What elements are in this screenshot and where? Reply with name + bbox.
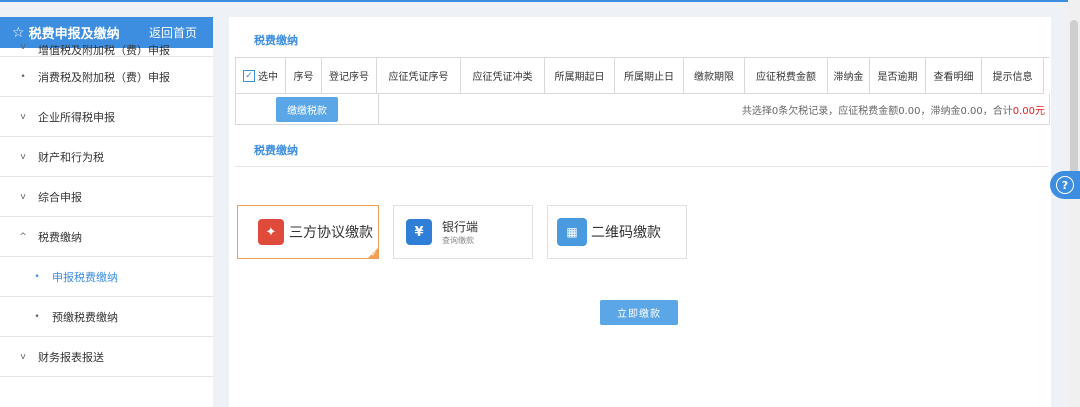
summary-text: 共选择0条欠税记录，应征税费金额0.00，滞纳金0.00，合计 0.00元 bbox=[379, 94, 1050, 125]
table-header: 序号 bbox=[286, 58, 322, 94]
sidebar-item-comprehensive[interactable]: v 综合申报 bbox=[0, 177, 213, 217]
bullet-icon: • bbox=[34, 271, 40, 282]
home-link[interactable]: 返回首页 bbox=[149, 24, 197, 41]
bullet-icon: • bbox=[34, 311, 40, 322]
pay-cell: 缴缴税款 bbox=[236, 94, 380, 125]
summary-prefix: 共选择0条欠税记录，应征税费金额0.00，滞纳金0.00，合计 bbox=[741, 105, 1013, 117]
sidebar-item-vat[interactable]: v 增值税及附加税（费）申报 bbox=[0, 42, 213, 57]
bank-icon: ¥ bbox=[406, 219, 432, 245]
table-header: 查看明细 bbox=[926, 58, 982, 94]
chevron-down-icon: v bbox=[20, 42, 26, 52]
table-header: 所属期止日 bbox=[615, 58, 684, 94]
checkbox-icon[interactable]: ✓ bbox=[243, 69, 255, 82]
sidebar: ☆ 税费申报及缴纳 返回首页 v 增值税及附加税（费）申报 • 消费税及附加税（… bbox=[0, 17, 213, 407]
sidebar-item-label: 增值税及附加税（费）申报 bbox=[38, 44, 170, 57]
sidebar-item-declared-payment[interactable]: • 申报税费缴纳 bbox=[0, 257, 213, 297]
sidebar-item-label: 消费税及附加税（费）申报 bbox=[38, 70, 170, 84]
table-header: 滞纳金 bbox=[828, 58, 870, 94]
table-header: 应征凭证序号 bbox=[377, 58, 461, 94]
bank-payment-option[interactable]: ¥ 银行端 查询缴款 bbox=[393, 205, 533, 259]
chevron-down-icon: v bbox=[20, 351, 26, 362]
main-panel: 税费缴纳 ✓ 选中 序号 登记序号 应征凭证序号 应征凭证冲类 所属期起日 所属… bbox=[229, 17, 1051, 407]
option-label: 二维码缴款 bbox=[591, 225, 661, 241]
star-icon[interactable]: ☆ bbox=[12, 25, 25, 41]
option-label: 银行端 bbox=[442, 220, 479, 234]
table-header: 提示信息 bbox=[982, 58, 1044, 94]
sidebar-item-label: 综合申报 bbox=[38, 190, 82, 204]
bullet-icon: • bbox=[20, 71, 26, 82]
bank-label-group: 银行端 查询缴款 bbox=[442, 218, 478, 246]
sidebar-item-prepaid-payment[interactable]: • 预缴税费缴纳 bbox=[0, 297, 213, 337]
section-title-2: 税费缴纳 bbox=[254, 144, 298, 157]
tripartite-payment-option[interactable]: ✦ 三方协议缴款 ✓ bbox=[237, 205, 379, 259]
select-all-header[interactable]: ✓ 选中 bbox=[236, 58, 286, 94]
top-accent-line bbox=[0, 0, 1080, 2]
sidebar-item-tax-payment[interactable]: ^ 税费缴纳 bbox=[0, 217, 213, 257]
table-header: 缴款期限 bbox=[684, 58, 745, 94]
pay-tax-button[interactable]: 缴缴税款 bbox=[276, 96, 339, 122]
sidebar-item-corporate-income[interactable]: v 企业所得税申报 bbox=[0, 97, 213, 137]
qrcode-icon: ▦ bbox=[557, 218, 587, 246]
help-icon: ? bbox=[1056, 176, 1074, 194]
chevron-down-icon: v bbox=[20, 111, 26, 122]
table-header: 应征税费金额 bbox=[745, 58, 828, 94]
chevron-down-icon: v bbox=[20, 191, 26, 202]
option-sublabel: 查询缴款 bbox=[442, 236, 474, 245]
help-button[interactable]: ? bbox=[1050, 171, 1080, 199]
option-label: 三方协议缴款 bbox=[289, 225, 373, 241]
scrollbar[interactable] bbox=[1068, 0, 1080, 407]
scrollbar-thumb[interactable] bbox=[1070, 20, 1078, 190]
sidebar-item-consumption[interactable]: • 消费税及附加税（费）申报 bbox=[0, 57, 213, 97]
table-header: 是否逾期 bbox=[870, 58, 926, 94]
sidebar-item-label: 申报税费缴纳 bbox=[52, 270, 118, 284]
tripartite-icon: ✦ bbox=[258, 219, 284, 245]
qrcode-payment-option[interactable]: ▦ 二维码缴款 bbox=[547, 205, 687, 259]
chevron-up-icon: ^ bbox=[19, 231, 27, 242]
chevron-down-icon: v bbox=[20, 151, 26, 162]
header-label: 选中 bbox=[258, 72, 278, 83]
table-header: 所属期起日 bbox=[545, 58, 615, 94]
table-header: 应征凭证冲类 bbox=[461, 58, 545, 94]
sidebar-item-label: 财务报表报送 bbox=[38, 350, 104, 364]
sidebar-title: 税费申报及缴纳 bbox=[28, 27, 120, 42]
section-title: 税费缴纳 bbox=[254, 34, 298, 47]
summary-total: 0.00元 bbox=[1012, 105, 1045, 117]
sidebar-item-property[interactable]: v 财产和行为税 bbox=[0, 137, 213, 177]
sidebar-item-label: 预缴税费缴纳 bbox=[52, 310, 118, 324]
confirm-pay-button[interactable]: 立即缴款 bbox=[600, 300, 678, 325]
table-action-row: 缴缴税款 共选择0条欠税记录，应征税费金额0.00，滞纳金0.00，合计 0.00… bbox=[236, 94, 1050, 125]
tax-table: ✓ 选中 序号 登记序号 应征凭证序号 应征凭证冲类 所属期起日 所属期止日 缴… bbox=[235, 57, 1050, 125]
section-divider bbox=[235, 166, 1049, 167]
sidebar-item-label: 税费缴纳 bbox=[38, 230, 82, 244]
table-header-row: ✓ 选中 序号 登记序号 应征凭证序号 应征凭证冲类 所属期起日 所属期止日 缴… bbox=[236, 58, 1050, 94]
sidebar-item-financial-reports[interactable]: v 财务报表报送 bbox=[0, 337, 213, 377]
sidebar-item-label: 财产和行为税 bbox=[38, 150, 104, 164]
sidebar-item-label: 企业所得税申报 bbox=[38, 110, 115, 124]
table-header: 登记序号 bbox=[322, 58, 377, 94]
check-icon: ✓ bbox=[371, 250, 377, 258]
